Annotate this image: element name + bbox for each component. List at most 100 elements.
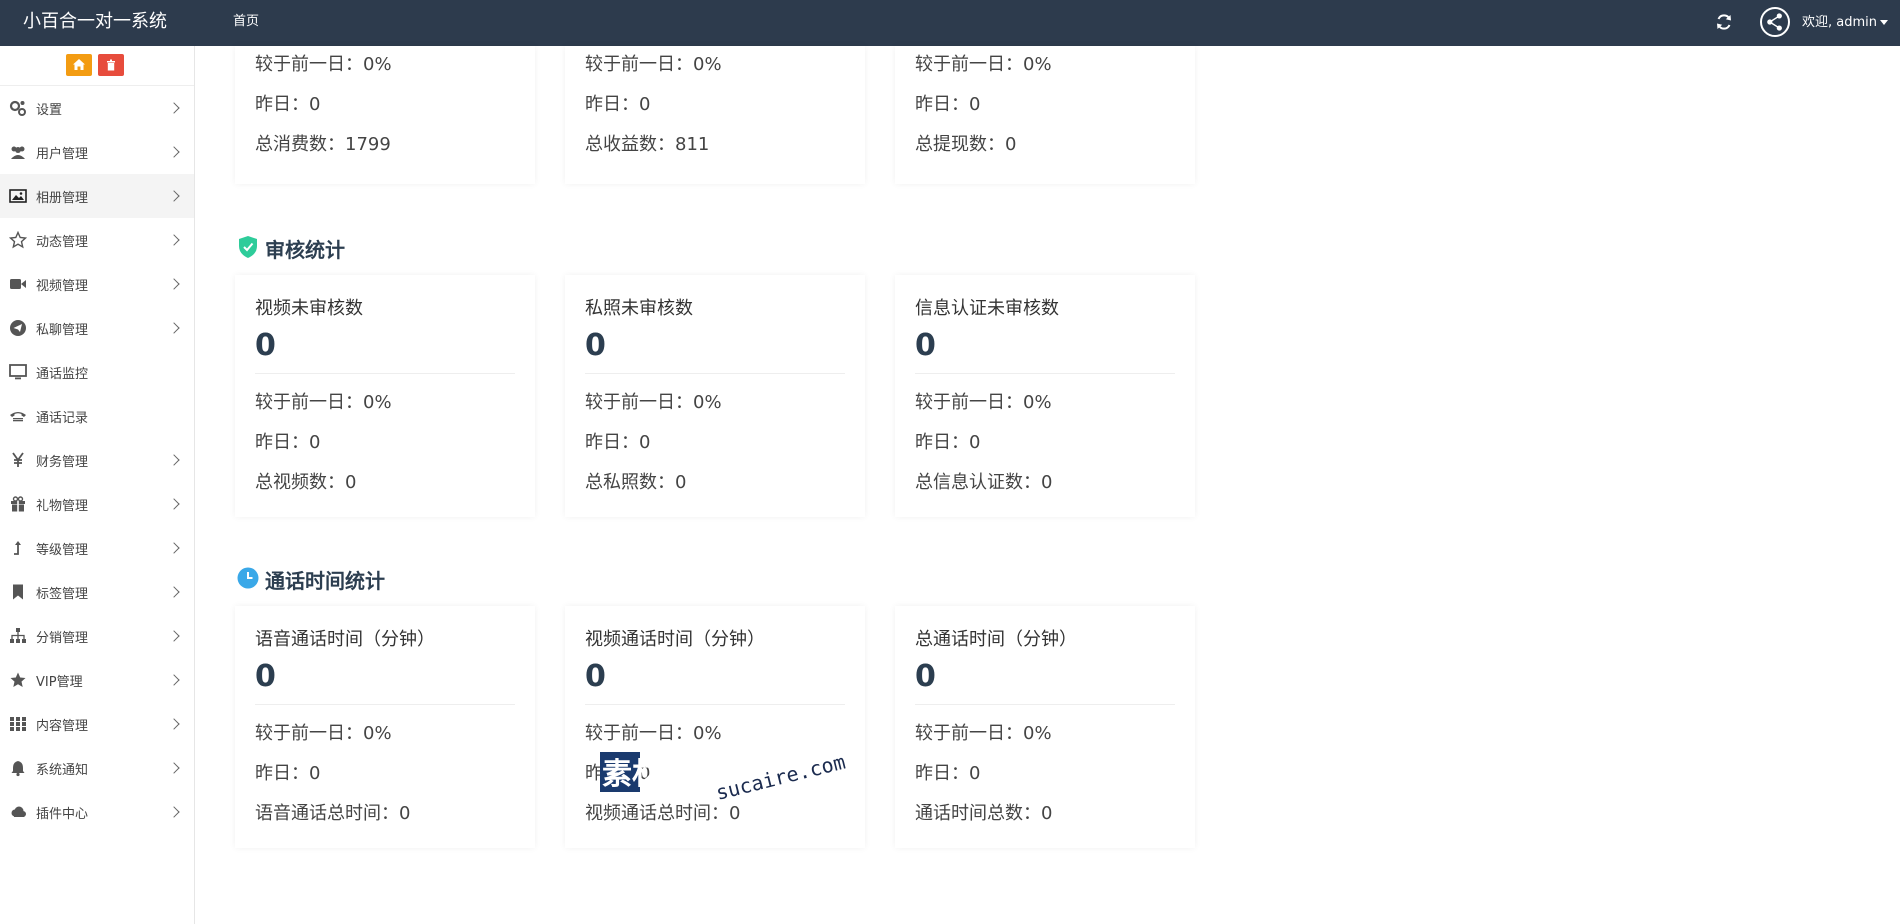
gears-icon: [9, 99, 27, 117]
welcome-text: 欢迎, admin: [1802, 15, 1877, 30]
total-text: 总收益数：811: [585, 134, 710, 155]
chevron-right-icon: [168, 102, 180, 114]
compare-text: 较于前一日：0%: [915, 723, 1052, 744]
sidebar: 设置用户管理相册管理动态管理 视频管理 私聊管理通话监控通话记录财务管理礼物管理等级…: [0, 46, 195, 924]
sidebar-item-13[interactable]: VIP管理: [0, 658, 194, 702]
sidebar-item-14[interactable]: 内容管理: [0, 702, 194, 746]
card-title: 视频未审核数: [255, 298, 363, 319]
home-button[interactable]: [66, 54, 92, 76]
user-menu[interactable]: 欢迎, admin: [1802, 0, 1888, 46]
compare-text: 较于前一日：0%: [255, 723, 392, 744]
card-value: 0: [585, 328, 606, 363]
card-value: 0: [585, 659, 606, 694]
nav-home-link[interactable]: 首页: [233, 0, 259, 44]
chevron-right-icon: [168, 454, 180, 466]
stat-card: 私照未审核数 0 较于前一日：0% 昨日：0 总私照数：0: [565, 275, 865, 517]
stat-card: 总通话时间（分钟） 0 较于前一日：0% 昨日：0 通话时间总数：0: [895, 606, 1195, 848]
stat-card: 信息认证未审核数 0 较于前一日：0% 昨日：0 总信息认证数：0: [895, 275, 1195, 517]
sidebar-item-15[interactable]: 系统通知: [0, 746, 194, 790]
sidebar-item-11[interactable]: 标签管理: [0, 570, 194, 614]
sidebar-item-9[interactable]: 礼物管理: [0, 482, 194, 526]
total-text: 总私照数：0: [585, 472, 687, 493]
card-title: 视频通话时间（分钟）: [585, 629, 765, 650]
image-icon: [9, 187, 27, 205]
yesterday-text: 昨日：0: [255, 432, 321, 453]
stat-card: 语音通话时间（分钟） 0 较于前一日：0% 昨日：0 语音通话总时间：0: [235, 606, 535, 848]
sidebar-item-2[interactable]: 相册管理: [0, 174, 194, 218]
card-value: 0: [915, 328, 936, 363]
card-divider: [585, 373, 845, 374]
cloud-icon: [9, 803, 27, 821]
avatar[interactable]: [1760, 7, 1790, 37]
sidebar-item-label: 系统通知: [36, 762, 89, 778]
chevron-right-icon: [168, 234, 180, 246]
chevron-right-icon: [168, 630, 180, 642]
sidebar-item-label: 财务管理: [36, 454, 89, 470]
clear-cache-button[interactable]: [98, 54, 124, 76]
compare-text: 较于前一日：0%: [585, 392, 722, 413]
card-title: 信息认证未审核数: [915, 298, 1059, 319]
sidebar-item-16[interactable]: 插件中心: [0, 790, 194, 834]
section-header: 通话时间统计: [237, 565, 385, 594]
sidebar-item-4[interactable]: 视频管理: [0, 262, 194, 306]
gift-icon: [9, 495, 27, 513]
sidebar-item-label: 相册管理: [36, 190, 89, 206]
sidebar-item-8[interactable]: 财务管理: [0, 438, 194, 482]
yesterday-text: 昨日：0: [915, 763, 981, 784]
star-icon: [9, 671, 27, 689]
total-text: 通话时间总数：0: [915, 803, 1053, 824]
sidebar-item-5[interactable]: 私聊管理: [0, 306, 194, 350]
sidebar-item-label: 用户管理: [36, 146, 89, 162]
sidebar-item-label: 等级管理: [36, 542, 89, 558]
video-camera-icon: [9, 275, 27, 293]
sidebar-item-3[interactable]: 动态管理: [0, 218, 194, 262]
chevron-right-icon: [168, 322, 180, 334]
sidebar-item-label: 礼物管理: [36, 498, 89, 514]
yesterday-text: 昨日：0: [585, 94, 651, 115]
trash-icon: [107, 59, 115, 71]
refresh-icon[interactable]: [1715, 13, 1733, 31]
sidebar-item-label: 通话记录: [36, 410, 89, 426]
compare-text: 较于前一日：0%: [255, 392, 392, 413]
sidebar-item-10[interactable]: 等级管理: [0, 526, 194, 570]
chevron-right-icon: [168, 806, 180, 818]
card-divider: [915, 373, 1175, 374]
card-title: 语音通话时间（分钟）: [255, 629, 435, 650]
total-text: 总提现数：0: [915, 134, 1017, 155]
stat-card: 较于前一日：0% 昨日：0 总收益数：811: [565, 46, 865, 184]
card-divider: [915, 704, 1175, 705]
chevron-right-icon: [168, 278, 180, 290]
watermark-logo: 素材熟 sucaire.com: [600, 750, 850, 822]
total-text: 总信息认证数：0: [915, 472, 1053, 493]
card-title: 私照未审核数: [585, 298, 693, 319]
sitemap-icon: [9, 627, 27, 645]
sidebar-item-6[interactable]: 通话监控: [0, 350, 194, 394]
sidebar-item-label: 标签管理: [36, 586, 89, 602]
sidebar-item-label: 设置: [36, 102, 63, 118]
sidebar-item-label: 内容管理: [36, 718, 89, 734]
card-value: 0: [915, 659, 936, 694]
yen-icon: [9, 451, 27, 469]
total-text: 语音通话总时间：0: [255, 803, 411, 824]
sidebar-item-12[interactable]: 分销管理: [0, 614, 194, 658]
sidebar-item-label: VIP管理: [36, 674, 83, 690]
chevron-right-icon: [168, 674, 180, 686]
shield-check-icon: [237, 235, 259, 263]
sidebar-item-7[interactable]: 通话记录: [0, 394, 194, 438]
yesterday-text: 昨日：0: [255, 94, 321, 115]
chevron-right-icon: [168, 542, 180, 554]
yesterday-text: 昨日：0: [915, 94, 981, 115]
total-text: 总消费数：1799: [255, 134, 391, 155]
level-up-icon: [9, 539, 27, 557]
yesterday-text: 昨日：0: [915, 432, 981, 453]
sidebar-item-0[interactable]: 设置: [0, 86, 194, 130]
users-icon: [9, 143, 27, 161]
sidebar-item-label: 通话监控: [36, 366, 89, 382]
paper-plane-icon: [9, 319, 27, 337]
compare-text: 较于前一日：0%: [585, 54, 722, 75]
sidebar-item-1[interactable]: 用户管理: [0, 130, 194, 174]
total-text: 总视频数：0: [255, 472, 357, 493]
watermark-en: sucaire.com: [713, 752, 847, 805]
brand-title[interactable]: 小百合一对一系统: [23, 0, 167, 44]
card-divider: [255, 373, 515, 374]
